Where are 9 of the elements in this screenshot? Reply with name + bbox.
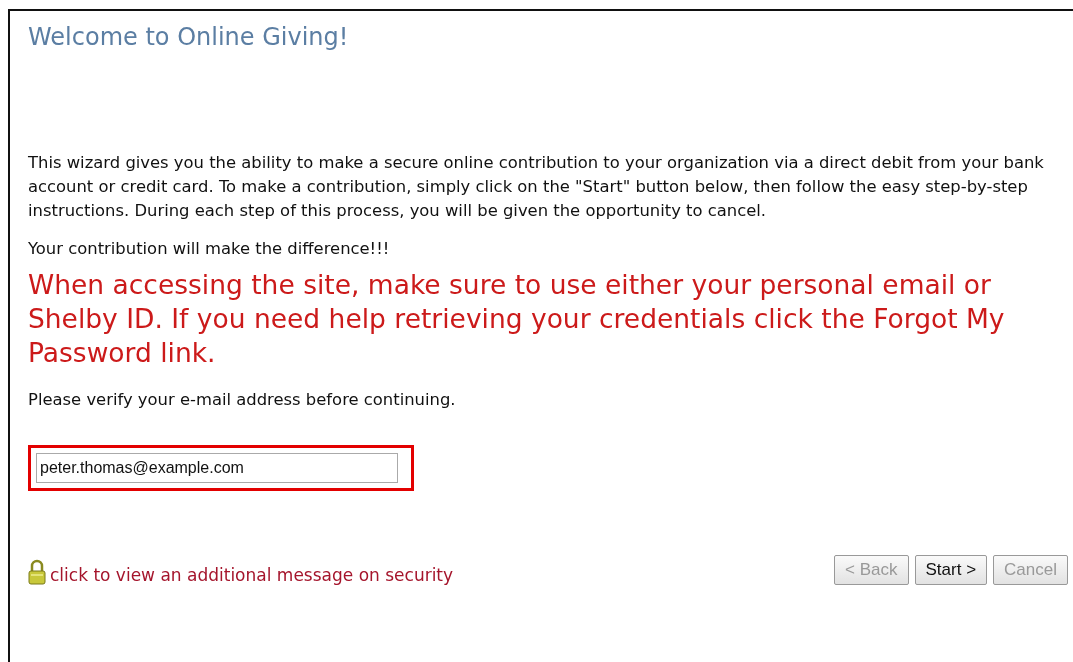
notice-text: When accessing the site, make sure to use either your personal email or Shelby ID. If you need help retrieving your credentials click the Forgot My Password link. xyxy=(28,268,1006,370)
security-link[interactable]: click to view an additional message on security xyxy=(50,565,454,585)
wizard-button[interactable]: Start > xyxy=(914,555,988,585)
padlock-icon xyxy=(28,559,46,585)
page-title: Welcome to Online Giving! xyxy=(28,23,350,51)
tagline-text: Your contribution will make the difference!!! xyxy=(28,239,391,258)
intro-paragraph: This wizard gives you the ability to make a secure online contribution to your organization via a direct debit from your bank account or credit card. To make a contribution, simply click on the "Start" button below, then follow the easy step-by-step instructions. During each step of this process, you will be given the opportunity to cancel. xyxy=(28,152,1045,222)
email-field[interactable]: peter.thomas@example.com xyxy=(28,445,414,491)
verify-prompt: Please verify your e-mail address before continuing. xyxy=(28,390,457,409)
